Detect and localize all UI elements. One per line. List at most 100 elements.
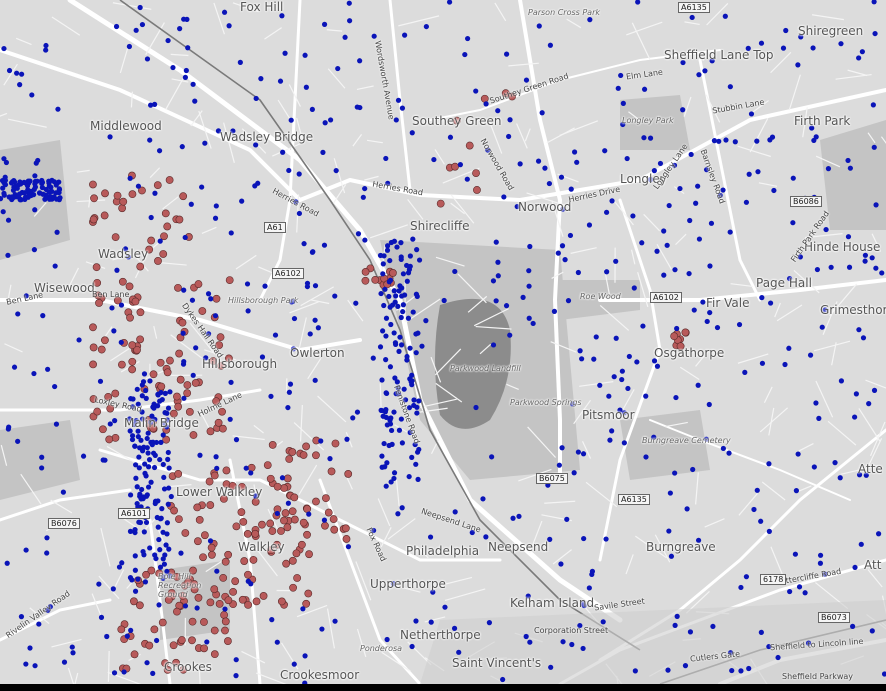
blue-marker bbox=[97, 378, 104, 384]
blue-marker bbox=[15, 311, 21, 317]
blue-marker bbox=[23, 547, 29, 553]
red-marker bbox=[389, 269, 397, 277]
red-marker bbox=[89, 180, 97, 189]
blue-marker bbox=[166, 465, 172, 471]
blue-marker bbox=[142, 470, 148, 476]
blue-marker bbox=[136, 465, 142, 471]
blue-marker bbox=[632, 668, 638, 674]
blue-marker bbox=[194, 605, 200, 611]
blue-marker bbox=[870, 102, 876, 108]
blue-marker bbox=[828, 264, 834, 270]
blue-marker bbox=[396, 288, 402, 294]
blue-marker bbox=[161, 420, 167, 426]
blue-marker bbox=[837, 475, 843, 481]
blue-marker bbox=[411, 397, 417, 403]
blue-marker bbox=[27, 645, 33, 651]
blue-marker bbox=[280, 149, 286, 155]
blue-marker bbox=[387, 421, 394, 427]
red-marker bbox=[303, 530, 311, 539]
blue-marker bbox=[852, 564, 858, 571]
blue-marker bbox=[111, 328, 117, 334]
red-marker bbox=[280, 516, 288, 525]
red-marker bbox=[216, 333, 225, 342]
blue-marker bbox=[825, 166, 832, 172]
red-marker bbox=[135, 601, 144, 610]
red-marker bbox=[207, 543, 216, 552]
blue-marker bbox=[31, 247, 38, 253]
blue-marker bbox=[672, 267, 678, 273]
blue-marker bbox=[523, 77, 530, 83]
blue-marker bbox=[147, 378, 153, 384]
blue-marker bbox=[807, 352, 814, 358]
blue-marker bbox=[580, 645, 586, 652]
blue-marker bbox=[560, 206, 566, 212]
blue-marker bbox=[427, 534, 434, 540]
red-marker bbox=[205, 477, 214, 486]
blue-marker bbox=[798, 34, 804, 40]
blue-marker bbox=[404, 357, 410, 363]
red-marker bbox=[128, 365, 137, 374]
blue-marker bbox=[165, 456, 171, 462]
red-marker bbox=[266, 546, 275, 555]
blue-marker bbox=[822, 307, 828, 313]
blue-marker bbox=[647, 135, 654, 141]
red-marker bbox=[281, 509, 290, 517]
red-marker bbox=[277, 527, 285, 535]
blue-marker bbox=[322, 120, 328, 126]
blue-marker bbox=[413, 350, 419, 356]
blue-marker bbox=[586, 222, 593, 228]
blue-marker bbox=[318, 438, 324, 444]
blue-marker bbox=[786, 345, 792, 351]
map-canvas[interactable]: Fox Hill Parson Cross Park Shiregreen Sh… bbox=[0, 0, 886, 684]
blue-marker bbox=[302, 653, 308, 659]
red-marker bbox=[371, 275, 380, 284]
red-marker bbox=[219, 573, 228, 582]
blue-marker bbox=[346, 0, 352, 6]
blue-marker bbox=[213, 203, 219, 209]
blue-marker bbox=[569, 641, 575, 648]
red-marker bbox=[473, 186, 481, 194]
red-marker bbox=[136, 335, 144, 344]
blue-marker bbox=[647, 176, 654, 183]
blue-marker bbox=[604, 209, 610, 215]
blue-marker bbox=[244, 281, 251, 287]
blue-marker bbox=[360, 194, 366, 200]
red-marker bbox=[195, 516, 204, 524]
blue-marker bbox=[312, 377, 318, 383]
blue-marker bbox=[189, 297, 196, 303]
blue-marker bbox=[124, 633, 130, 639]
blue-marker bbox=[527, 639, 533, 645]
blue-marker bbox=[45, 366, 51, 372]
blue-marker bbox=[695, 183, 701, 189]
blue-marker bbox=[680, 59, 686, 66]
road-ben-lane-2: Ben Lane bbox=[92, 290, 130, 299]
blue-marker bbox=[355, 231, 362, 237]
blue-marker bbox=[738, 584, 744, 591]
blue-marker bbox=[399, 105, 406, 111]
blue-marker bbox=[76, 337, 82, 343]
blue-marker bbox=[188, 201, 194, 207]
red-marker bbox=[247, 463, 256, 472]
red-marker bbox=[292, 549, 301, 558]
red-marker bbox=[220, 611, 229, 619]
blue-marker bbox=[15, 438, 21, 444]
red-marker bbox=[174, 283, 182, 292]
blue-marker bbox=[710, 623, 716, 630]
blue-marker bbox=[109, 305, 115, 311]
blue-marker bbox=[702, 68, 708, 74]
blue-marker bbox=[279, 475, 286, 481]
blue-marker bbox=[279, 13, 285, 19]
blue-marker bbox=[150, 670, 156, 676]
blue-marker bbox=[640, 323, 646, 329]
red-marker bbox=[327, 467, 336, 476]
blue-marker bbox=[495, 273, 501, 279]
blue-marker bbox=[197, 452, 203, 458]
blue-marker bbox=[147, 545, 153, 551]
blue-marker bbox=[742, 369, 748, 375]
blue-marker bbox=[386, 293, 392, 300]
blue-marker bbox=[619, 368, 625, 374]
blue-marker bbox=[845, 234, 852, 240]
blue-marker bbox=[19, 71, 25, 77]
blue-marker bbox=[817, 552, 824, 558]
blue-marker bbox=[112, 418, 118, 424]
